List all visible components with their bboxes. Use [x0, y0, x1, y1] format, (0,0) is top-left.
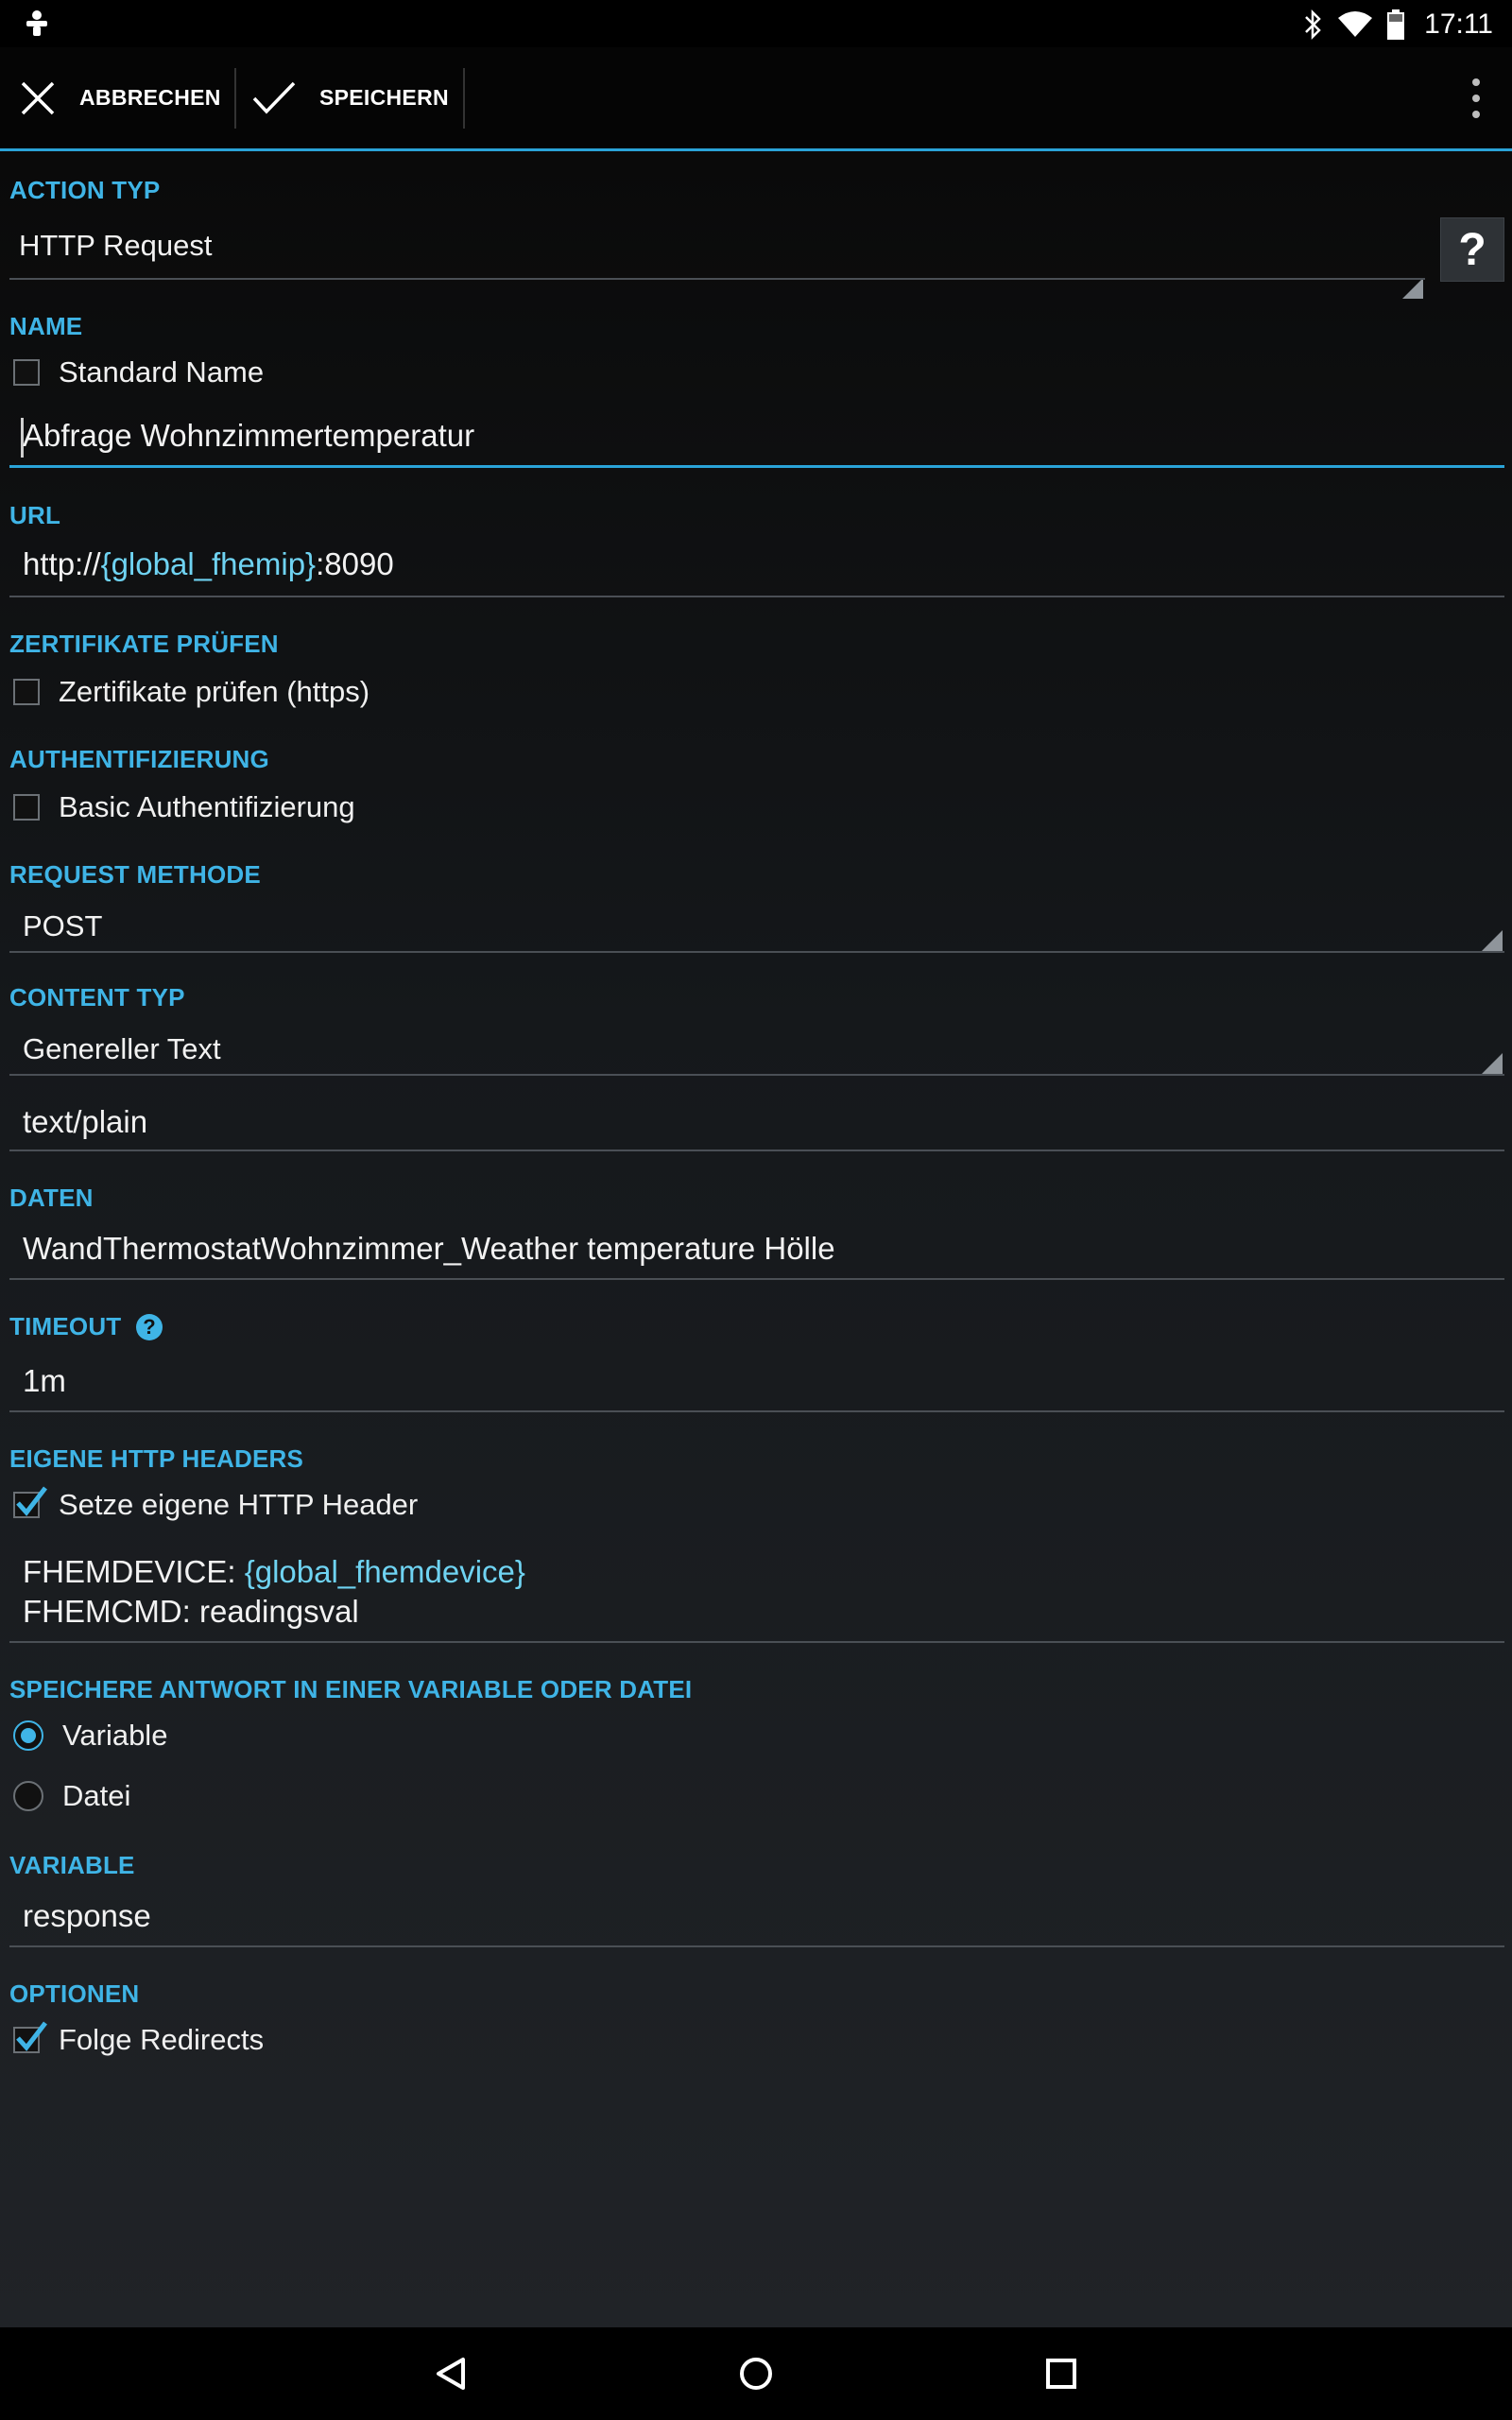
- certificates-checkbox[interactable]: Zertifikate prüfen (https): [13, 671, 369, 713]
- checkbox-box: [13, 359, 40, 386]
- follow-redirects-checkbox[interactable]: Folge Redirects: [13, 2019, 264, 2061]
- request-method-value: POST: [23, 909, 103, 942]
- save-button-label: SPEICHERN: [319, 85, 449, 110]
- variable-label: VARIABLE: [9, 1851, 135, 1879]
- checkmark-icon: [16, 1486, 47, 1516]
- battery-icon: [1387, 9, 1405, 40]
- recents-icon[interactable]: [1038, 2350, 1085, 2397]
- close-icon: [21, 81, 55, 114]
- data-input-value: WandThermostatWohnzimmer_Weather tempera…: [23, 1231, 835, 1266]
- timeout-input-value: 1m: [23, 1363, 66, 1398]
- certificates-checkbox-label: Zertifikate prüfen (https): [59, 675, 370, 708]
- name-input-value: Abfrage Wohnzimmertemperatur: [23, 418, 475, 453]
- follow-redirects-checkbox-label: Folge Redirects: [59, 2023, 265, 2056]
- back-icon[interactable]: [427, 2350, 474, 2397]
- timeout-help-icon[interactable]: ?: [136, 1314, 163, 1340]
- content-type-label: CONTENT TYP: [9, 983, 185, 1011]
- header-line-1: FHEMDEVICE: {global_fhemdevice}: [23, 1554, 525, 1589]
- wifi-icon: [1338, 11, 1373, 37]
- overflow-menu-icon[interactable]: [1467, 74, 1486, 121]
- mime-type-value: text/plain: [23, 1104, 148, 1139]
- checkbox-box: [13, 2021, 47, 2053]
- action-type-label: ACTION TYP: [9, 176, 161, 204]
- default-name-checkbox-label: Standard Name: [59, 355, 265, 389]
- field-underline: [9, 1410, 1504, 1412]
- header-line-2: FHEMCMD: readingsval: [23, 1594, 359, 1629]
- name-label: NAME: [9, 312, 83, 340]
- home-icon[interactable]: [732, 2350, 780, 2397]
- radio-variable[interactable]: Variable: [13, 1715, 167, 1756]
- custom-headers-checkbox-label: Setze eigene HTTP Header: [59, 1488, 419, 1521]
- spinner-arrow-icon: [1402, 278, 1423, 299]
- timeout-label: TIMEOUT: [9, 1312, 122, 1340]
- checkmark-icon: [252, 81, 296, 114]
- radio-file[interactable]: Datei: [13, 1775, 130, 1817]
- checkmark-icon: [16, 2021, 47, 2051]
- spinner-arrow-icon: [1482, 930, 1503, 951]
- default-name-checkbox[interactable]: Standard Name: [13, 352, 264, 393]
- basic-auth-checkbox-label: Basic Authentifizierung: [59, 790, 355, 823]
- field-underline: [9, 1074, 1504, 1076]
- action-divider: [463, 68, 465, 129]
- cancel-button-label: ABBRECHEN: [79, 85, 221, 110]
- content-type-value: Genereller Text: [23, 1032, 221, 1065]
- field-underline: [9, 951, 1504, 953]
- action-divider: [234, 68, 236, 129]
- status-bar: 17:11: [0, 0, 1512, 47]
- radio-file-label: Datei: [62, 1779, 131, 1812]
- form-content: ACTION TYP HTTP Request ? NAME Standard …: [0, 151, 1512, 2327]
- variable-input-value: response: [23, 1898, 151, 1933]
- field-underline: [9, 278, 1425, 280]
- field-underline: [9, 1945, 1504, 1947]
- field-underline: [9, 1278, 1504, 1280]
- radio-button: [13, 1781, 43, 1811]
- bluetooth-icon: [1305, 9, 1321, 41]
- field-underline: [9, 596, 1504, 597]
- url-label: URL: [9, 501, 61, 529]
- request-method-label: REQUEST METHODE: [9, 860, 261, 889]
- clock: 17:11: [1424, 9, 1493, 40]
- status-icons: 17:11: [1303, 6, 1493, 43]
- auth-label: AUTHENTIFIZIERUNG: [9, 745, 269, 773]
- checkbox-box: [13, 794, 40, 821]
- checkbox-box: [13, 1486, 47, 1518]
- app-notification-icon: [26, 10, 47, 36]
- custom-headers-checkbox[interactable]: Setze eigene HTTP Header: [13, 1484, 418, 1526]
- data-label: DATEN: [9, 1184, 94, 1212]
- cancel-button[interactable]: ABBRECHEN: [19, 47, 221, 148]
- radio-button-selected: [13, 1720, 43, 1751]
- checkbox-box: [13, 679, 40, 705]
- basic-auth-checkbox[interactable]: Basic Authentifizierung: [13, 786, 355, 828]
- field-underline-active: [9, 465, 1504, 468]
- action-type-value: HTTP Request: [19, 229, 213, 262]
- options-label: OPTIONEN: [9, 1979, 140, 2008]
- headers-label: EIGENE HTTP HEADERS: [9, 1444, 304, 1473]
- save-button[interactable]: SPEICHERN: [251, 47, 449, 148]
- radio-variable-label: Variable: [62, 1719, 168, 1752]
- navigation-bar: [0, 2327, 1512, 2420]
- field-underline: [9, 1641, 1504, 1643]
- action-bar: ABBRECHEN SPEICHERN: [0, 47, 1512, 151]
- field-underline: [9, 1150, 1504, 1151]
- url-input-value: http://{global_fhemip}:8090: [23, 546, 394, 581]
- help-button[interactable]: ?: [1440, 217, 1504, 282]
- spinner-arrow-icon: [1482, 1053, 1503, 1074]
- certificates-label: ZERTIFIKATE PRÜFEN: [9, 630, 279, 658]
- store-response-label: SPEICHERE ANTWORT IN EINER VARIABLE ODER…: [9, 1675, 693, 1703]
